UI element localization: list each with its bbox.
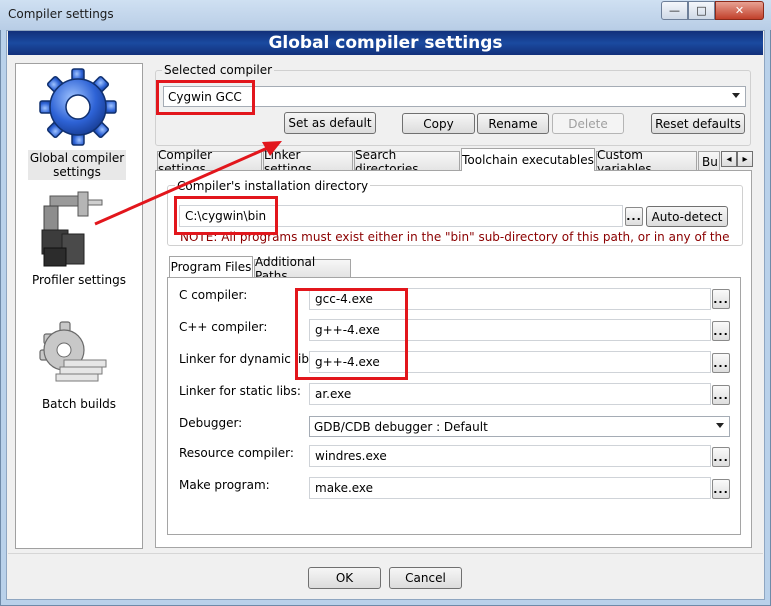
- annotation-arrow: [94, 141, 282, 226]
- subtab-program-files[interactable]: Program Files: [169, 256, 253, 277]
- tab-toolchain-executables[interactable]: Toolchain executables: [461, 148, 595, 171]
